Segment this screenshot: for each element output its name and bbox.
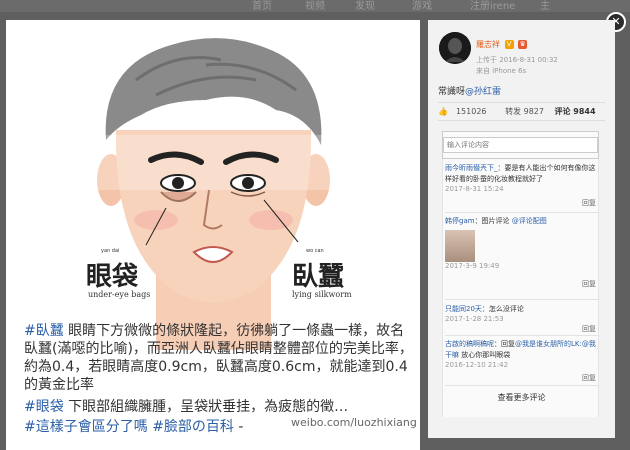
silkworm-pinyin: wo can bbox=[306, 248, 324, 254]
eyebag-label-zh: 眼袋 bbox=[86, 262, 139, 292]
comment-item: 古啟的稿啊稿呢：回复@我是谁女朋所的LK:@我干嘛 放心你那叫眼袋 2016-1… bbox=[443, 339, 600, 382]
caption-tags-text: - bbox=[233, 419, 244, 435]
post-text: 常識呀@孙红雷 bbox=[438, 84, 501, 97]
comment-user[interactable]: 只能同20天 bbox=[445, 305, 482, 313]
comment-time: 2017-8-31 15:24 bbox=[445, 185, 504, 193]
reply-button[interactable]: 回复 bbox=[582, 198, 596, 208]
caption-eyebag-text: 下眼部組織臃腫，呈袋狀垂挂，為疲態的徵… bbox=[63, 399, 349, 415]
comment-image[interactable] bbox=[445, 230, 475, 262]
divider bbox=[445, 385, 598, 386]
divider bbox=[445, 335, 598, 336]
nav-game[interactable]: 游戏 bbox=[412, 0, 432, 12]
comment-text: 古啟的稿啊稿呢：回复@我是谁女朋所的LK:@我干嘛 放心你那叫眼袋 bbox=[445, 339, 598, 361]
divider bbox=[445, 212, 598, 213]
hashtag-distinguish[interactable]: #這樣子會區分了嗎 bbox=[24, 419, 148, 435]
comment-body-2: 放心你那叫眼袋 bbox=[459, 351, 511, 359]
comment-user[interactable]: 雨今昕雨僣兲下_ bbox=[445, 164, 498, 172]
verified-icon: V bbox=[504, 40, 514, 49]
top-nav: 首页 视频 发现 游戏 注册irene 主 bbox=[0, 0, 630, 12]
nav-extra[interactable]: 主 bbox=[540, 0, 550, 12]
comment-item: 雨今昕雨僣兲下_：要是有人能出个如何有像你这样好看的卧蚕的化妆教程就好了 201… bbox=[443, 163, 600, 207]
comment-list: 雨今昕雨僣兲下_：要是有人能出个如何有像你这样好看的卧蚕的化妆教程就好了 201… bbox=[442, 159, 599, 417]
eyebag-pinyin: yan dai bbox=[101, 248, 120, 254]
comment-time: 2017-3-9 19:49 bbox=[445, 262, 500, 270]
comment-body: ：怎么没评论 bbox=[481, 305, 524, 313]
watermark: weibo.com/luozhixiang bbox=[291, 416, 417, 429]
repost-button[interactable]: 转发 9827 bbox=[505, 107, 544, 116]
comment-body: ：回复 bbox=[494, 340, 515, 348]
post-source: 来自 iPhone 6s bbox=[476, 67, 527, 75]
caption-eyebag: #眼袋 下眼部組織臃腫，呈袋狀垂挂，為疲態的徵… bbox=[24, 398, 414, 416]
comment-time: 2016-12-10 21:42 bbox=[445, 361, 509, 369]
nav-home[interactable]: 首页 bbox=[252, 0, 272, 12]
comment-item: 韩停gam：图片评论 @评论配图 2017-3-9 19:49 回复 bbox=[443, 216, 600, 288]
comment-item: 只能同20天：怎么没评论 2017-1-28 21:53 回复 bbox=[443, 304, 600, 333]
hashtag-silkworm[interactable]: #臥蠶 bbox=[24, 323, 64, 339]
divider bbox=[438, 102, 605, 103]
divider bbox=[438, 120, 605, 121]
comment-link[interactable]: @评论配图 bbox=[512, 217, 547, 225]
silkworm-label-en: lying silkworm bbox=[292, 290, 352, 299]
post-info-panel: 羅志祥 V ♛ 上传于 2016-8-31 00:32 来自 iPhone 6s… bbox=[428, 20, 615, 438]
comment-text: 韩停gam：图片评论 @评论配图 bbox=[445, 216, 598, 227]
upload-time: 上传于 2016-8-31 00:32 bbox=[476, 56, 558, 64]
thumb-up-icon: 👍 bbox=[438, 107, 448, 116]
avatar[interactable] bbox=[439, 32, 471, 64]
reply-button[interactable]: 回复 bbox=[582, 279, 596, 289]
reply-button[interactable]: 回复 bbox=[582, 373, 596, 383]
comment-user[interactable]: 古啟的稿啊稿呢 bbox=[445, 340, 494, 348]
nav-video[interactable]: 视频 bbox=[305, 0, 325, 12]
post-stats: 👍 151026 转发 9827 评论 9844 bbox=[438, 106, 605, 117]
nav-discover[interactable]: 发现 bbox=[355, 0, 375, 12]
silkworm-label-zh: 臥蠶 bbox=[292, 262, 345, 292]
comment-user[interactable]: 韩停gam bbox=[445, 217, 475, 225]
like-button[interactable]: 👍 151026 bbox=[438, 107, 495, 116]
author-name[interactable]: 羅志祥 bbox=[476, 40, 500, 49]
hashtag-eyebag[interactable]: #眼袋 bbox=[24, 399, 64, 415]
comment-text: 雨今昕雨僣兲下_：要是有人能出个如何有像你这样好看的卧蚕的化妆教程就好了 bbox=[445, 163, 598, 185]
hashtag-face-encyclopedia[interactable]: #臉部の百科 bbox=[152, 419, 234, 435]
eyebag-label-en: under-eye bags bbox=[88, 290, 151, 299]
reply-button[interactable]: 回复 bbox=[582, 324, 596, 334]
nav-user[interactable]: 注册irene bbox=[470, 0, 515, 12]
post-author[interactable]: 羅志祥 V ♛ bbox=[476, 39, 528, 50]
comment-tab[interactable]: 评论 9844 bbox=[555, 107, 596, 116]
post-mention[interactable]: @孙红雷 bbox=[465, 87, 501, 97]
comment-time: 2017-1-28 21:53 bbox=[445, 315, 504, 323]
more-comments-link[interactable]: 查看更多评论 bbox=[443, 392, 600, 403]
divider bbox=[445, 299, 598, 300]
comment-body: ：图片评论 bbox=[474, 217, 512, 225]
comment-input[interactable] bbox=[443, 137, 598, 153]
vip-icon: ♛ bbox=[518, 40, 528, 49]
caption-silkworm-text: 眼睛下方微微的條狀隆起，彷彿躺了一條蟲一樣，故名臥蠶(滿噁的比喻)，而亞洲人臥蠶… bbox=[24, 323, 413, 393]
face-illustration bbox=[6, 38, 420, 350]
image-viewer: yan dai 眼袋 under-eye bags wo can 臥蠶 lyin… bbox=[6, 20, 420, 450]
comment-box bbox=[442, 131, 599, 159]
caption-silkworm: #臥蠶 眼睛下方微微的條狀隆起，彷彿躺了一條蟲一樣，故名臥蠶(滿噁的比喻)，而亞… bbox=[24, 322, 414, 394]
post-body: 常識呀 bbox=[438, 87, 466, 97]
like-count: 151026 bbox=[455, 107, 487, 116]
comment-text: 只能同20天：怎么没评论 bbox=[445, 304, 598, 315]
